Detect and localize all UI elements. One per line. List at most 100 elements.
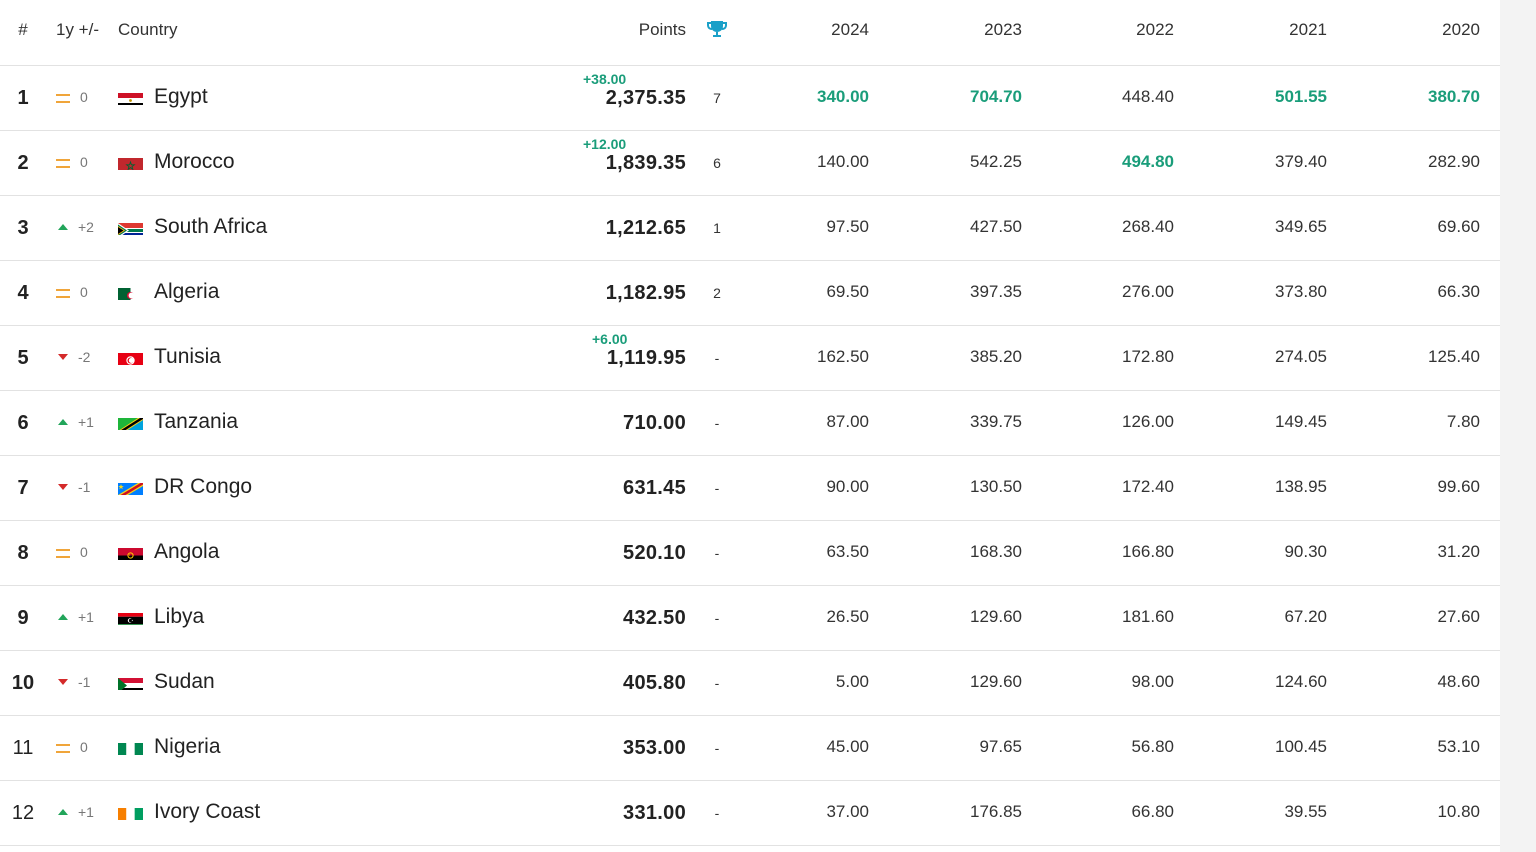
y2021-points: 39.55 (1284, 802, 1327, 821)
trophy-icon[interactable] (706, 18, 728, 45)
table-row[interactable]: 10 -1 Sudan 405.80 - 5.00 129.60 98.00 124.60 48.… (0, 650, 1500, 716)
header-2022[interactable]: 2022 (1136, 20, 1174, 40)
rank-value: 8 (17, 542, 29, 564)
y2023-points: 97.65 (979, 737, 1022, 756)
points-value: 405.80 (623, 672, 686, 694)
arrow-down-icon (58, 679, 68, 686)
country-name[interactable]: Morocco (154, 150, 235, 174)
y2020-points: 99.60 (1437, 477, 1480, 496)
table-row[interactable]: 3 +2 South Africa 1,212.65 1 97.50 427.50 268.4… (0, 195, 1500, 261)
y2023-points: 385.20 (970, 347, 1022, 366)
trophy-count: - (714, 610, 720, 626)
country-name[interactable]: Libya (154, 605, 204, 629)
trophy-count: - (714, 480, 720, 496)
table-row[interactable]: 12 +1 Ivory Coast 331.00 - 37.00 176.85 66.80 39… (0, 780, 1500, 846)
table-row[interactable]: 11 0 Nigeria 353.00 - 45.00 97.65 56.80 100.45 53… (0, 715, 1500, 781)
y2024-points: 87.00 (826, 412, 869, 431)
rank-change-value: 0 (80, 544, 88, 560)
y2024-points: 162.50 (817, 347, 869, 366)
y2021-points: 349.65 (1275, 217, 1327, 236)
table-row[interactable]: 2 0 Morocco +12.00 1,839.35 6 140.00 542.25 494.… (0, 130, 1500, 196)
table-row[interactable]: 1 0 Egypt +38.00 2,375.35 7 340.00 704.70 448.40… (0, 65, 1500, 131)
rank-change: 0 (56, 89, 100, 105)
flag-drcongo-icon (118, 480, 143, 495)
header-2023[interactable]: 2023 (984, 20, 1022, 40)
points-bonus: +38.00 (583, 71, 627, 87)
y2020-points: 10.80 (1437, 802, 1480, 821)
rank-change-value: -1 (78, 479, 91, 495)
y2022-points: 98.00 (1131, 672, 1174, 691)
country-name[interactable]: Sudan (154, 670, 215, 694)
trophy-count: - (714, 805, 720, 821)
table-row[interactable]: 5 -2 Tunisia +6.00 1,119.95 - 162.50 385.20 172.… (0, 325, 1500, 391)
y2022-points: 268.40 (1122, 217, 1174, 236)
table-header: # 1y +/- Country Points 2024 2023 2022 2… (0, 0, 1500, 66)
rankings-table: # 1y +/- Country Points 2024 2023 2022 2… (0, 0, 1500, 852)
country-name[interactable]: Egypt (154, 85, 208, 109)
header-points[interactable]: Points (639, 20, 686, 40)
country-name[interactable]: Tunisia (154, 345, 221, 369)
country-name[interactable]: DR Congo (154, 475, 252, 499)
y2021-points: 149.45 (1275, 412, 1327, 431)
rank-change: +1 (56, 414, 100, 430)
trophy-count: - (714, 740, 720, 756)
header-2024[interactable]: 2024 (831, 20, 869, 40)
rank-value: 11 (12, 737, 34, 759)
y2023-points: 427.50 (970, 217, 1022, 236)
flag-morocco-icon (118, 155, 143, 170)
country-name[interactable]: Tanzania (154, 410, 238, 434)
flag-ivorycoast-icon (118, 805, 143, 820)
rank-change-value: -2 (78, 349, 91, 365)
y2023-points: 339.75 (970, 412, 1022, 431)
header-2021[interactable]: 2021 (1289, 20, 1327, 40)
rank-change: 0 (56, 154, 100, 170)
header-rank[interactable]: # (0, 20, 46, 40)
table-row[interactable]: 8 0 Angola 520.10 - 63.50 168.30 166.80 90.30 31.… (0, 520, 1500, 586)
points-value: 1,182.95 (605, 282, 686, 304)
equal-icon (56, 548, 70, 558)
flag-tanzania-icon (118, 415, 143, 430)
y2022-points: 181.60 (1122, 607, 1174, 626)
country-name[interactable]: Angola (154, 540, 219, 564)
points-value: 1,839.35 (605, 152, 686, 174)
flag-algeria-icon (118, 285, 143, 300)
y2022-points: 494.80 (1122, 152, 1174, 171)
y2023-points: 542.25 (970, 152, 1022, 171)
country-name[interactable]: Nigeria (154, 735, 221, 759)
rank-change: +1 (56, 609, 100, 625)
rank-value: 10 (11, 672, 35, 694)
flag-southafrica-icon (118, 220, 143, 235)
country-name[interactable]: South Africa (154, 215, 267, 239)
y2021-points: 274.05 (1275, 347, 1327, 366)
rank-value: 1 (17, 87, 29, 109)
equal-icon (56, 288, 70, 298)
rank-change: 0 (56, 284, 100, 300)
y2020-points: 66.30 (1437, 282, 1480, 301)
table-row[interactable]: 4 0 Algeria 1,182.95 2 69.50 397.35 276.00 373.8… (0, 260, 1500, 326)
table-row[interactable]: 7 -1 DR Congo 631.45 - 90.00 130.50 172.40 138.9… (0, 455, 1500, 521)
y2020-points: 380.70 (1428, 87, 1480, 106)
header-change[interactable]: 1y +/- (56, 20, 100, 40)
rank-change-value: 0 (80, 154, 88, 170)
rank-value: 7 (17, 477, 29, 499)
country-name[interactable]: Algeria (154, 280, 219, 304)
table-row[interactable]: 9 +1 Libya 432.50 - 26.50 129.60 181.60 67.20 27.… (0, 585, 1500, 651)
y2021-points: 379.40 (1275, 152, 1327, 171)
y2024-points: 340.00 (817, 87, 869, 106)
points-value: 1,212.65 (605, 217, 686, 239)
y2022-points: 448.40 (1122, 87, 1174, 106)
y2023-points: 130.50 (970, 477, 1022, 496)
header-country[interactable]: Country (118, 20, 178, 40)
y2022-points: 66.80 (1131, 802, 1174, 821)
arrow-up-icon (58, 419, 68, 426)
rank-value: 5 (17, 347, 29, 369)
trophy-count: - (714, 675, 720, 691)
rank-change: 0 (56, 544, 100, 560)
equal-icon (56, 93, 70, 103)
y2020-points: 53.10 (1437, 737, 1480, 756)
table-row[interactable]: 6 +1 Tanzania 710.00 - 87.00 339.75 126.00 149.4… (0, 390, 1500, 456)
points-value: 1,119.95 (606, 347, 686, 369)
y2020-points: 69.60 (1437, 217, 1480, 236)
country-name[interactable]: Ivory Coast (154, 800, 260, 824)
header-2020[interactable]: 2020 (1442, 20, 1480, 40)
